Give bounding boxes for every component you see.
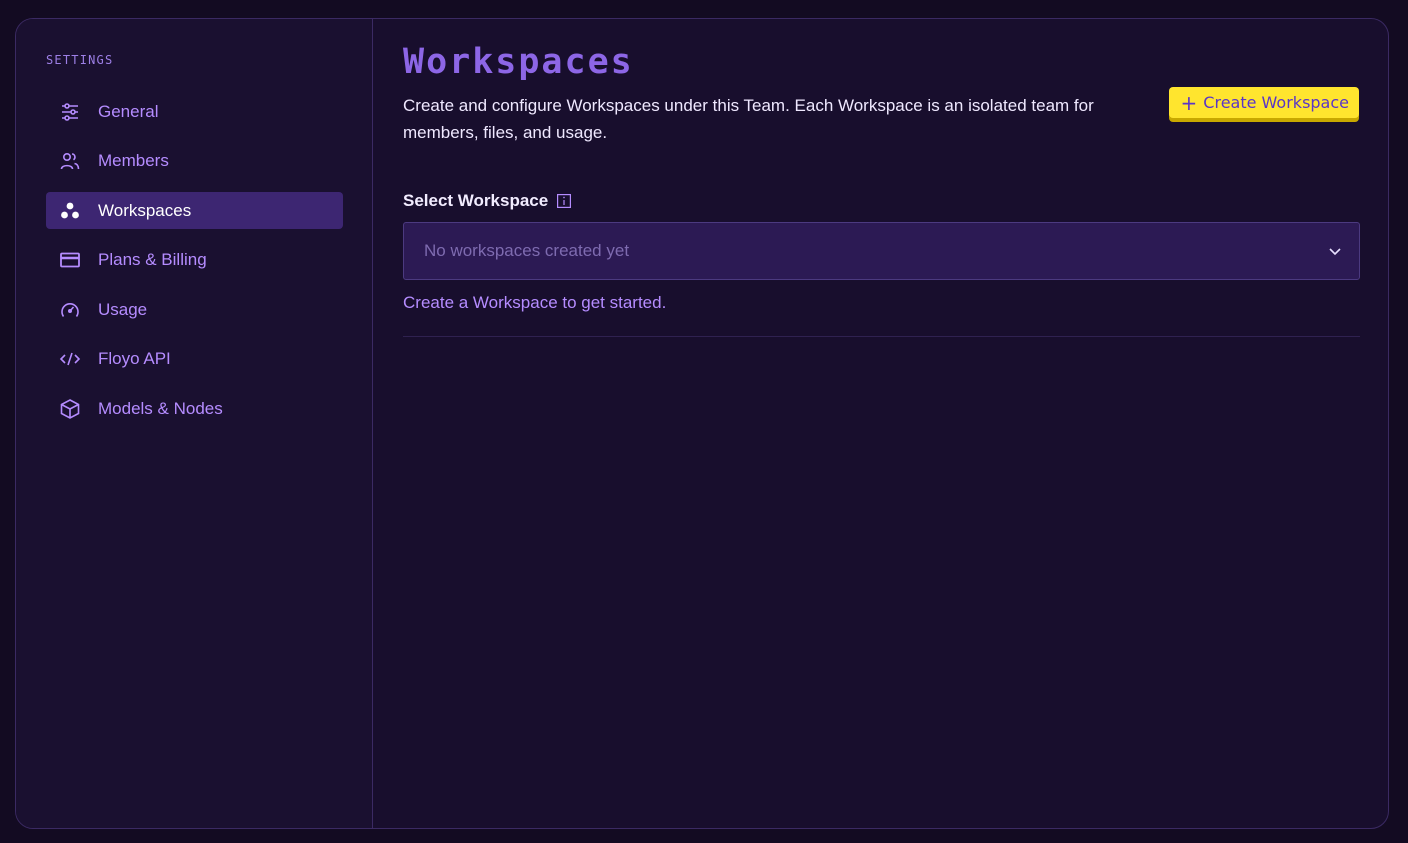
credit-card-icon [58,248,82,272]
sidebar-item-general[interactable]: General [46,93,343,130]
sliders-icon [58,100,82,124]
sidebar-item-workspaces[interactable]: Workspaces [46,192,343,229]
chevron-down-icon [1327,243,1343,259]
workspace-select[interactable]: No workspaces created yet [403,222,1360,280]
gauge-icon [58,298,82,322]
sidebar-item-models-nodes[interactable]: Models & Nodes [46,390,343,427]
main-content: Workspaces Create and configure Workspac… [374,19,1388,828]
sidebar-item-plans-billing[interactable]: Plans & Billing [46,242,343,279]
sidebar-item-label: Workspaces [98,200,192,220]
cube-icon [58,397,82,421]
create-workspace-label: Create Workspace [1203,93,1349,112]
sidebar-item-label: General [98,101,159,121]
page-description: Create and configure Workspaces under th… [403,96,1094,142]
sidebar-item-usage[interactable]: Usage [46,291,343,328]
sidebar-item-label: Models & Nodes [98,398,223,418]
settings-sidebar: SETTINGS General Members Workspaces Plan… [16,19,373,828]
plus-icon: + [1180,90,1198,115]
page-title: Workspaces [403,42,634,82]
empty-state-hint: Create a Workspace to get started. [403,293,667,312]
settings-panel: SETTINGS General Members Workspaces Plan… [15,18,1389,829]
sidebar-item-label: Members [98,151,169,170]
sidebar-item-floyo-api[interactable]: Floyo API [46,341,343,378]
code-icon [58,347,82,371]
workspaces-icon [58,199,82,223]
create-workspace-button[interactable]: + Create Workspace [1168,87,1359,118]
workspace-select-placeholder: No workspaces created yet [424,241,630,260]
sidebar-item-label: Usage [98,299,148,319]
sidebar-item-label: Plans & Billing [98,250,207,269]
section-divider [403,336,1360,337]
sidebar-heading: SETTINGS [46,53,114,67]
users-icon [58,149,82,173]
sidebar-item-members[interactable]: Members [46,143,343,180]
sidebar-item-label: Floyo API [98,349,171,368]
select-workspace-label-row: Select Workspace [403,191,572,211]
select-workspace-label: Select Workspace [403,191,549,210]
settings-nav: General Members Workspaces Plans & Billi… [46,93,343,440]
info-icon[interactable] [557,194,572,208]
